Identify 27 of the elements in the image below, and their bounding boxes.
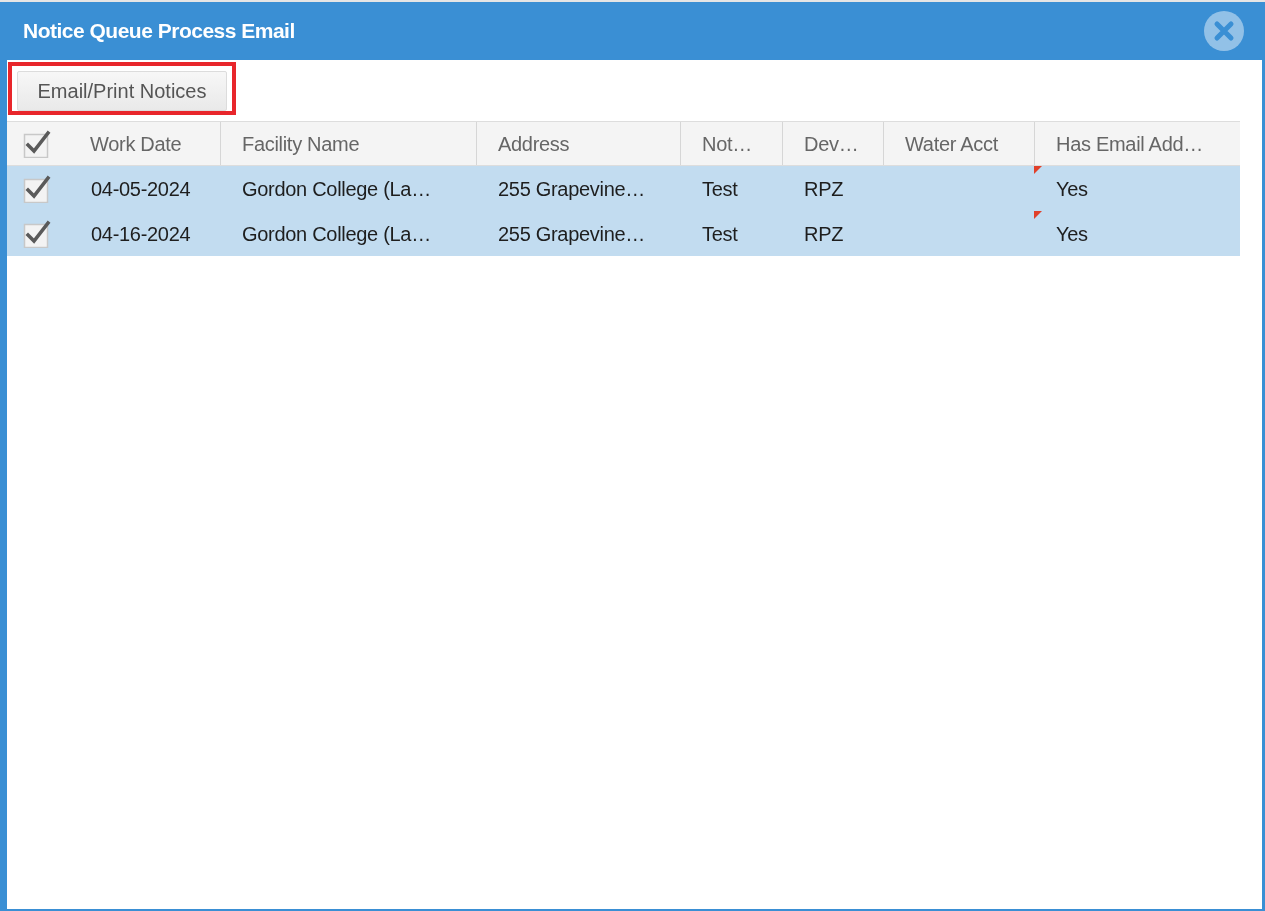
table-cell-text: 255 Grapevine…: [498, 221, 645, 247]
window-title: Notice Queue Process Email: [23, 18, 295, 45]
table-cell-text: 04-16-2024: [91, 221, 191, 247]
column-header[interactable]: Water Acct: [883, 122, 1034, 165]
table-row[interactable]: 04-16-2024 Gordon College (La… 255 Grapevine… Test RPZ Yes: [7, 211, 1240, 256]
table-cell-text: Test: [702, 176, 738, 202]
close-icon: [1204, 11, 1244, 51]
column-header[interactable]: Not…: [680, 122, 782, 165]
column-header[interactable]: Has Email Add…: [1034, 122, 1239, 165]
table-cell-text: Test: [702, 221, 738, 247]
table-cell-text: 04-05-2024: [91, 176, 191, 202]
table-cell-text: Yes: [1056, 221, 1088, 247]
table-cell-text: RPZ: [804, 176, 844, 202]
table-cell-text: Gordon College (La…: [242, 176, 431, 202]
email-print-notices-button[interactable]: Email/Print Notices: [17, 71, 227, 111]
column-header[interactable]: Address: [476, 122, 680, 165]
table-cell-text: 255 Grapevine…: [498, 176, 645, 202]
column-header[interactable]: Facility Name: [220, 122, 476, 165]
table-row[interactable]: 04-05-2024 Gordon College (La… 255 Grapevine… Test RPZ Yes: [7, 166, 1240, 211]
checkbox[interactable]: [23, 174, 51, 203]
checkbox[interactable]: [23, 219, 51, 248]
column-header[interactable]: Work Date: [69, 122, 220, 165]
checkbox[interactable]: [23, 129, 51, 158]
column-header[interactable]: Dev…: [782, 122, 883, 165]
table-cell-text: RPZ: [804, 221, 844, 247]
table-cell-text: Yes: [1056, 176, 1088, 202]
table-cell-text: Gordon College (La…: [242, 221, 431, 247]
